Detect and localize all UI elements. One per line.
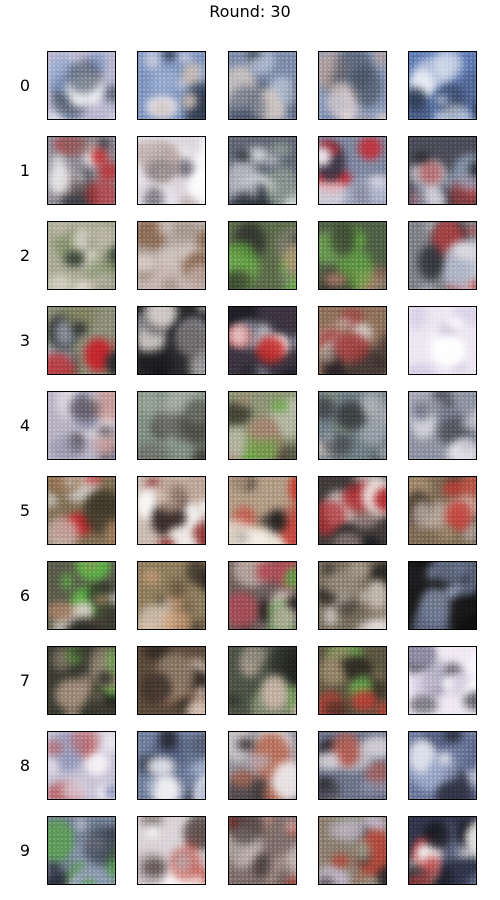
generated-sample-image <box>318 391 387 460</box>
generated-sample-image <box>137 306 206 375</box>
generated-sample-image <box>318 646 387 715</box>
generated-sample-image <box>228 221 297 290</box>
row-label: 3 <box>19 331 31 350</box>
generated-sample-image <box>47 136 116 205</box>
generated-sample-image <box>47 306 116 375</box>
generated-sample-image <box>47 391 116 460</box>
generated-sample-image <box>408 816 477 885</box>
generated-sample-image <box>47 816 116 885</box>
generated-sample-image <box>408 306 477 375</box>
generated-sample-image <box>318 731 387 800</box>
generated-sample-image <box>137 51 206 120</box>
generated-sample-image <box>228 646 297 715</box>
generated-sample-image <box>408 51 477 120</box>
generated-sample-image <box>318 476 387 545</box>
generated-sample-image <box>137 476 206 545</box>
row-label: 4 <box>19 416 31 435</box>
generated-sample-image <box>47 561 116 630</box>
generated-sample-image <box>137 221 206 290</box>
generated-sample-image <box>228 306 297 375</box>
generated-sample-image <box>137 816 206 885</box>
generated-sample-image <box>318 306 387 375</box>
row-label: 5 <box>19 501 31 520</box>
generated-sample-image <box>228 731 297 800</box>
generated-sample-image <box>408 391 477 460</box>
generated-sample-image <box>137 136 206 205</box>
generated-sample-image <box>137 646 206 715</box>
row-label: 8 <box>19 756 31 775</box>
generated-sample-image <box>228 391 297 460</box>
generated-sample-image <box>408 136 477 205</box>
row-label: 0 <box>19 76 31 95</box>
generated-sample-image <box>47 221 116 290</box>
generated-sample-image <box>408 476 477 545</box>
generated-sample-image <box>318 561 387 630</box>
generated-sample-image <box>318 136 387 205</box>
generated-sample-image <box>47 731 116 800</box>
generated-sample-image <box>408 731 477 800</box>
row-label: 6 <box>19 586 31 605</box>
generated-sample-image <box>137 391 206 460</box>
generated-sample-image <box>137 731 206 800</box>
figure-title: Round: 30 <box>209 2 291 21</box>
row-label: 7 <box>19 671 31 690</box>
row-label: 1 <box>19 161 31 180</box>
generated-sample-image <box>137 561 206 630</box>
generated-sample-image <box>408 561 477 630</box>
generated-sample-image <box>228 816 297 885</box>
generated-sample-image <box>318 816 387 885</box>
generated-sample-image <box>47 476 116 545</box>
generated-sample-image <box>408 646 477 715</box>
generated-sample-image <box>228 136 297 205</box>
generated-sample-image <box>47 646 116 715</box>
generated-sample-image <box>47 51 116 120</box>
generated-sample-image <box>228 476 297 545</box>
generated-sample-image <box>408 221 477 290</box>
generated-sample-image <box>228 51 297 120</box>
generated-sample-image <box>318 221 387 290</box>
generated-sample-image <box>318 51 387 120</box>
row-label: 9 <box>19 841 31 860</box>
generated-sample-image <box>228 561 297 630</box>
row-label: 2 <box>19 246 31 265</box>
